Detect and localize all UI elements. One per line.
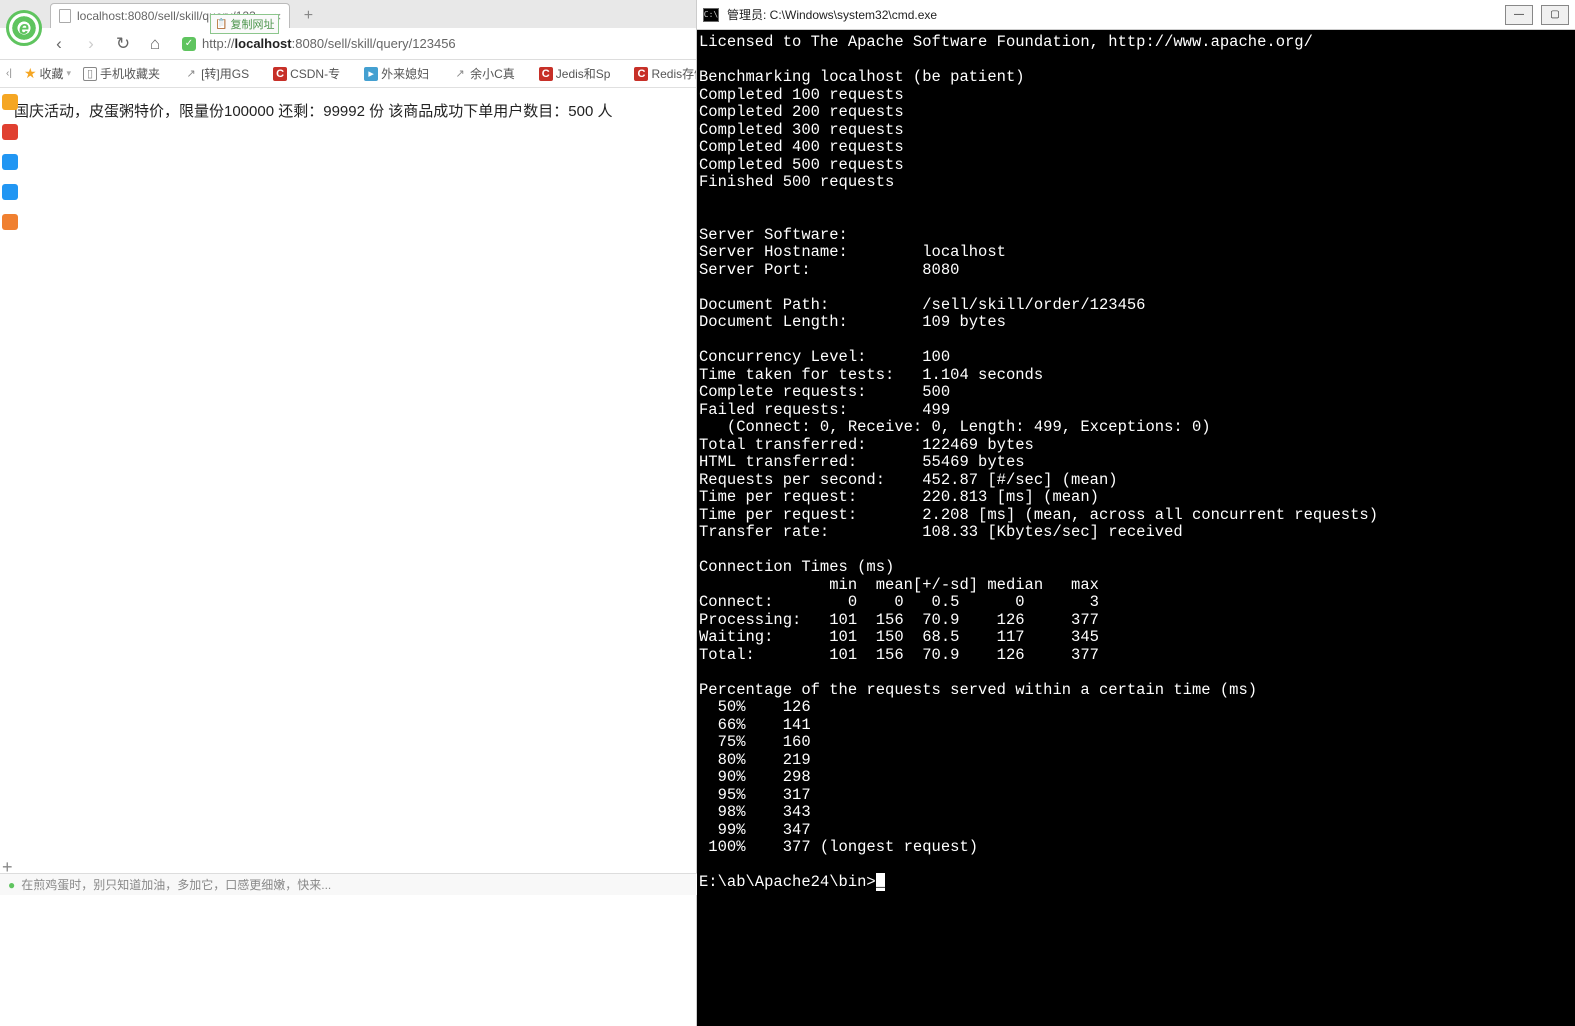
bookmarks-bar: ‹| ★ 收藏 ▾ ▯手机收藏夹↗[转]用GSCCSDN-专▸外来媳妇↗余小C真…: [0, 60, 696, 88]
bookmark-item[interactable]: CJedis和Sp: [539, 65, 611, 82]
new-tab-button[interactable]: +: [296, 4, 320, 28]
status-text: 在煎鸡蛋时，别只知道加油，多加它，口感更细嫩，快来...: [21, 876, 331, 893]
cmd-titlebar: C:\ 管理员: C:\Windows\system32\cmd.exe — ▢: [697, 0, 1575, 30]
bookmark-label: Jedis和Sp: [556, 65, 611, 82]
cmd-window: C:\ 管理员: C:\Windows\system32\cmd.exe — ▢…: [697, 0, 1575, 1026]
bookmark-item[interactable]: ▸外来媳妇: [364, 65, 429, 82]
bookmark-item[interactable]: ↗[转]用GS: [184, 65, 249, 82]
browser-window: e localhost:8080/sell/skill/query/123… ×…: [0, 0, 697, 1026]
bookmark-label: 余小C真: [470, 65, 515, 82]
url-field[interactable]: ✓ http://localhost:8080/sell/skill/query…: [176, 32, 688, 56]
link-icon: ↗: [184, 67, 198, 81]
bookmark-item[interactable]: CCSDN-专: [273, 65, 340, 82]
bilibili-icon: ▸: [364, 67, 378, 81]
forward-button[interactable]: ›: [80, 33, 102, 55]
csdn-icon: C: [273, 67, 287, 81]
cmd-output[interactable]: Licensed to The Apache Software Foundati…: [697, 30, 1575, 1026]
favorites-button[interactable]: ★ 收藏 ▾: [24, 65, 71, 82]
security-shield-icon: ✓: [182, 37, 196, 51]
csdn-icon: C: [634, 67, 648, 81]
bookmark-item[interactable]: ▯手机收藏夹: [83, 65, 160, 82]
cursor: _: [876, 873, 885, 891]
favorites-label: 收藏: [40, 65, 64, 82]
status-bar: ● 在煎鸡蛋时，别只知道加油，多加它，口感更细嫩，快来...: [0, 873, 697, 895]
minimize-button[interactable]: —: [1505, 5, 1533, 25]
bookmark-label: [转]用GS: [201, 65, 249, 82]
copy-url-tooltip: 复制网址: [210, 14, 279, 34]
sidebar-note-icon[interactable]: [2, 214, 18, 230]
sidebar-mail-icon[interactable]: [2, 154, 18, 170]
home-button[interactable]: ⌂: [144, 33, 166, 55]
back-button[interactable]: ‹: [48, 33, 70, 55]
page-text: 国庆活动，皮蛋粥特价，限量份100000 还剩：99992 份 该商品成功下单用…: [14, 103, 612, 120]
left-sidebar: [0, 88, 20, 230]
star-icon: ★: [24, 65, 37, 82]
link-icon: ↗: [453, 67, 467, 81]
bookmark-label: 手机收藏夹: [100, 65, 160, 82]
cmd-icon: C:\: [703, 8, 719, 22]
bookmark-label: Redis存储: [651, 65, 696, 82]
sidebar-star-icon[interactable]: [2, 94, 18, 110]
copy-url-label: 复制网址: [230, 16, 274, 32]
status-indicator-icon: ●: [8, 878, 15, 892]
bookmark-item[interactable]: ↗余小C真: [453, 65, 515, 82]
tab-bar: localhost:8080/sell/skill/query/123… × +…: [0, 0, 696, 28]
csdn-icon: C: [539, 67, 553, 81]
phone-icon: ▯: [83, 67, 97, 81]
bookmark-label: CSDN-专: [290, 65, 340, 82]
bookmark-item[interactable]: CRedis存储: [634, 65, 696, 82]
url-text: http://localhost:8080/sell/skill/query/1…: [202, 36, 456, 51]
bookmark-label: 外来媳妇: [381, 65, 429, 82]
sidebar-weibo-icon[interactable]: [2, 124, 18, 140]
address-bar: ‹ › ↻ ⌂ ✓ http://localhost:8080/sell/ski…: [0, 28, 696, 60]
cmd-title-text: 管理员: C:\Windows\system32\cmd.exe: [727, 6, 1497, 23]
page-icon: [59, 9, 71, 23]
browser-logo-icon: e: [6, 10, 42, 46]
sidebar-doc-icon[interactable]: [2, 184, 18, 200]
maximize-button[interactable]: ▢: [1541, 5, 1569, 25]
reload-button[interactable]: ↻: [112, 33, 134, 55]
bookmarks-chevron[interactable]: ‹|: [6, 68, 12, 79]
